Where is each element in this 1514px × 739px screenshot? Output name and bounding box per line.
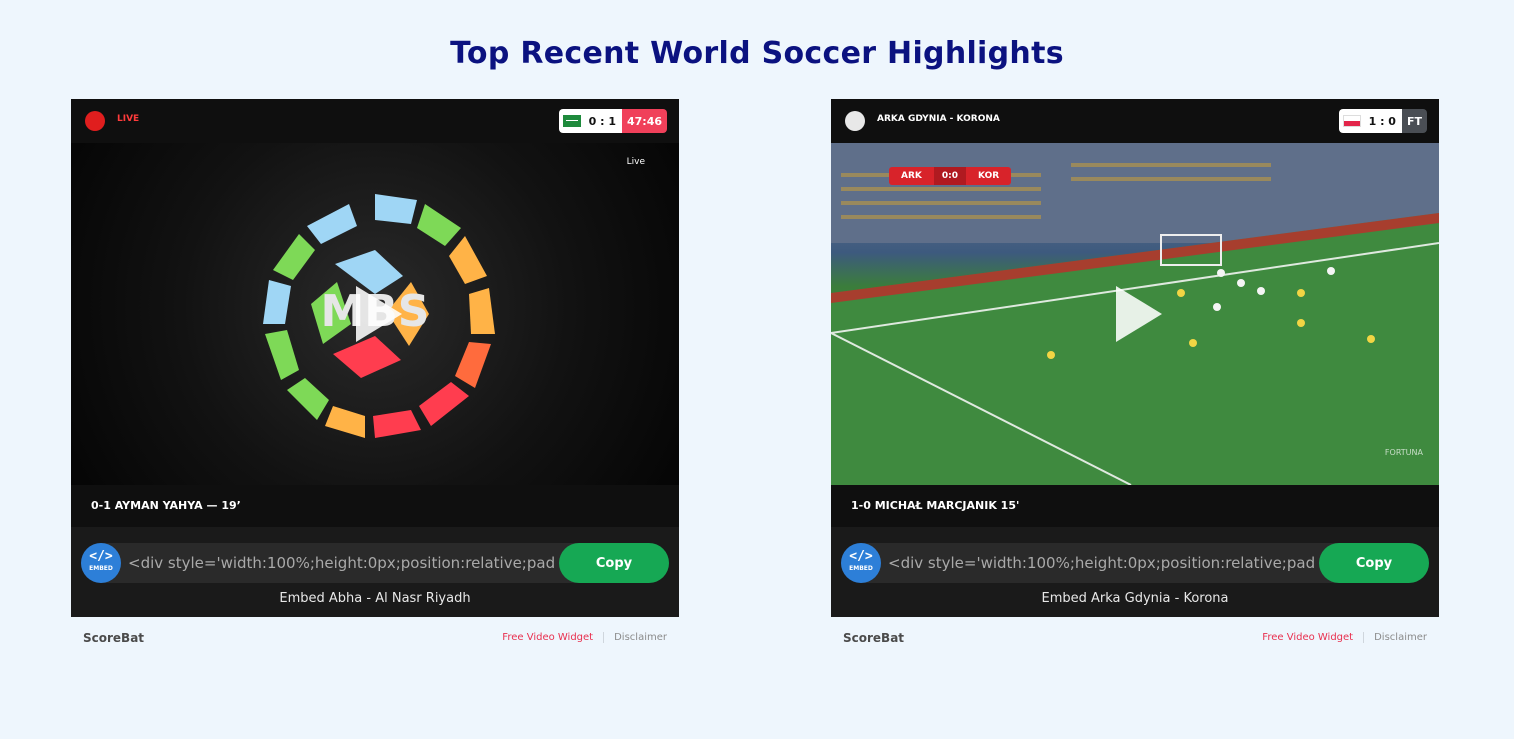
brand-logo[interactable]: ScoreBat [843,631,904,645]
play-icon[interactable] [356,286,402,342]
score-value: 0 : 1 [588,114,616,128]
widget-footer: ScoreBat Free Video Widget Disclaimer [71,617,679,657]
broadcast-watermark: FORTUNA [1384,448,1423,457]
live-indicator-icon [85,111,105,131]
video-player[interactable]: ARK 0:0 KOR FORTUNA [831,143,1439,485]
score-badge: 1 : 0 FT [1338,109,1427,133]
free-video-widget-link[interactable]: Free Video Widget [1262,632,1365,643]
channel-logo: Live [626,157,645,167]
match-time: FT [1401,109,1427,133]
embed-code-icon: </> EMBED [81,543,121,583]
embed-row: </> EMBED <div style='width:100%;height:… [841,543,1429,583]
page-title: Top Recent World Soccer Highlights [450,36,1064,71]
embed-code-field[interactable]: <div style='width:100%;height:0px;positi… [128,543,556,583]
widget-header: ARKA GDYNIA - KORONA 1 : 0 FT [831,99,1439,143]
embed-match-label: Embed Arka Gdynia - Korona [1041,591,1229,606]
saudi-arabia-flag-icon [562,115,581,127]
play-icon[interactable] [1116,286,1162,342]
embed-row: </> EMBED <div style='width:100%;height:… [81,543,669,583]
highlight-caption: 1-0 MICHAŁ MARCJANIK 15' [831,485,1439,527]
copy-button[interactable]: Copy [1319,543,1429,583]
score-badge: 0 : 1 47:46 [558,109,667,133]
brand-logo[interactable]: ScoreBat [83,631,144,645]
status-indicator-icon [845,111,865,131]
embed-section: </> EMBED <div style='width:100%;height:… [71,527,679,617]
disclaimer-link[interactable]: Disclaimer [604,632,667,643]
widget-header: LIVE 0 : 1 47:46 [71,99,679,143]
copy-button[interactable]: Copy [559,543,669,583]
match-time: 47:46 [621,109,667,133]
broadcast-scoreboard: ARK 0:0 KOR [889,167,1012,185]
embed-code-icon: </> EMBED [841,543,881,583]
widget-footer: ScoreBat Free Video Widget Disclaimer [831,617,1439,657]
poland-flag-icon [1342,115,1361,127]
disclaimer-link[interactable]: Disclaimer [1364,632,1427,643]
highlight-widget: ARKA GDYNIA - KORONA 1 : 0 FT ARK 0:0 KO… [831,99,1439,657]
highlight-caption: 0-1 AYMAN YAHYA — 19’ [71,485,679,527]
embed-code-field[interactable]: <div style='width:100%;height:0px;positi… [888,543,1316,583]
match-name: ARKA GDYNIA - KORONA [877,114,1000,124]
embed-match-label: Embed Abha - Al Nasr Riyadh [279,591,471,606]
embed-section: </> EMBED <div style='width:100%;height:… [831,527,1439,617]
highlight-widget: LIVE 0 : 1 47:46 MBS Live 0-1 AYMAN YAHY… [71,99,679,657]
video-player[interactable]: MBS Live [71,143,679,485]
score-value: 1 : 0 [1368,114,1396,128]
status-label: LIVE [117,114,140,124]
free-video-widget-link[interactable]: Free Video Widget [502,632,605,643]
